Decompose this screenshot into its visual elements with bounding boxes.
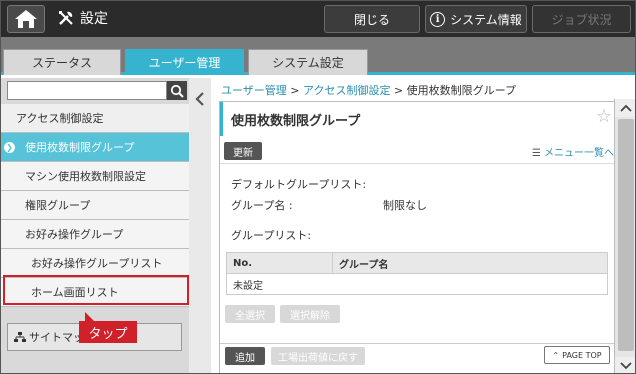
chevron-right-icon: ❯ <box>4 141 15 153</box>
sidebar-item-favorite-operation-group-list[interactable]: お好み操作グループリスト <box>1 249 189 278</box>
chevron-up-icon <box>620 104 632 112</box>
title-text: 設定 <box>80 11 108 27</box>
sidebar-item-access-control[interactable]: アクセス制御設定 <box>1 104 189 133</box>
add-label: 追加 <box>235 352 255 364</box>
tab-label: システム設定 <box>272 56 344 70</box>
breadcrumb: ユーザー管理 > アクセス制御設定 > 使用枚数制限グループ <box>221 82 516 98</box>
deselect-button[interactable]: 選択解除 <box>280 305 340 323</box>
settings-panel: 使用枚数制限グループ ☆ 更新 ☰ メニュー一覧へ デフォルトグループリスト: … <box>219 101 619 373</box>
screen: 設定 閉じる i システム情報 ジョブ状況 ステータス ユーザー管理 システム設… <box>0 0 636 374</box>
sidebar-item-label: 権限グループ <box>25 199 91 212</box>
update-button[interactable]: 更新 <box>224 142 262 160</box>
select-all-label: 全選択 <box>235 310 265 322</box>
update-label: 更新 <box>233 147 253 159</box>
list-icon: ☰ <box>531 148 541 159</box>
tap-callout-label: タップ <box>88 326 128 342</box>
breadcrumb-separator: > <box>290 84 300 97</box>
default-group-list-label: デフォルトグループリスト: <box>231 178 367 191</box>
chevron-left-icon <box>195 92 204 106</box>
star-icon[interactable]: ☆ <box>596 106 612 127</box>
sidebar-item-usage-limit-group[interactable]: ❯ 使用枚数制限グループ <box>1 133 189 162</box>
tab-system-settings[interactable]: システム設定 <box>248 49 368 75</box>
table-header: No. グループ名 <box>227 253 607 274</box>
caret-up-icon: ⌃ <box>552 350 560 360</box>
breadcrumb-user-management[interactable]: ユーザー管理 <box>221 84 287 97</box>
screen-title: 設定 <box>57 8 108 28</box>
sidebar-item-label: お好み操作グループリスト <box>31 257 163 270</box>
close-label: 閉じる <box>353 12 390 27</box>
tab-bar: ステータス ユーザー管理 システム設定 <box>1 37 635 75</box>
divider <box>220 343 618 344</box>
home-button[interactable] <box>7 5 45 33</box>
home-icon <box>15 10 37 28</box>
sidebar-item-label: お好み操作グループ <box>25 228 124 241</box>
page-top-label: PAGE TOP <box>562 350 602 360</box>
chevron-down-icon <box>620 362 632 370</box>
select-all-button[interactable]: 全選択 <box>225 305 275 323</box>
sidebar-item-machine-usage-limit[interactable]: マシン使用枚数制限設定 <box>1 162 189 191</box>
sidebar-item-label: マシン使用枚数制限設定 <box>25 170 146 183</box>
search-input[interactable] <box>7 81 167 100</box>
column-header-group-name: グループ名 <box>339 259 389 271</box>
group-name-value: 制限なし <box>383 199 427 212</box>
scrollbar[interactable] <box>614 99 635 373</box>
deselect-label: 選択解除 <box>290 310 330 322</box>
top-bar: 設定 閉じる i システム情報 ジョブ状況 <box>1 1 635 37</box>
menu-list-link[interactable]: ☰ メニュー一覧へ <box>532 144 614 159</box>
sidebar-collapse-button[interactable] <box>189 78 211 373</box>
divider <box>220 163 618 164</box>
scroll-up-button[interactable] <box>615 99 635 117</box>
group-name-label: グループ名 : <box>231 199 293 212</box>
tab-label: ステータス <box>31 56 92 70</box>
tap-callout: タップ <box>79 312 137 343</box>
column-header-no: No. <box>227 253 333 273</box>
page-top-button[interactable]: ⌃ PAGE TOP <box>544 346 610 364</box>
sidebar-item-label: アクセス制御設定 <box>16 112 104 125</box>
info-icon: i <box>430 11 446 27</box>
search-button[interactable] <box>167 81 187 100</box>
tab-label: ユーザー管理 <box>148 56 221 70</box>
search-icon <box>170 84 184 98</box>
system-info-button[interactable]: i システム情報 <box>425 5 527 33</box>
group-table: No. グループ名 未設定 <box>226 252 608 295</box>
tab-status[interactable]: ステータス <box>3 49 121 75</box>
system-info-label: システム情報 <box>450 12 522 27</box>
page-title: 使用枚数制限グループ <box>231 113 361 129</box>
panel-header: 使用枚数制限グループ <box>220 102 618 136</box>
breadcrumb-current: 使用枚数制限グループ <box>406 84 517 97</box>
factory-reset-button[interactable]: 工場出荷値に戻す <box>271 347 365 365</box>
close-button[interactable]: 閉じる <box>324 5 420 33</box>
factory-reset-label: 工場出荷値に戻す <box>278 352 358 364</box>
main-content: ユーザー管理 > アクセス制御設定 > 使用枚数制限グループ 使用枚数制限グルー… <box>211 78 635 373</box>
group-list-label: グループリスト: <box>231 229 312 242</box>
job-status-button[interactable]: ジョブ状況 <box>532 5 631 33</box>
table-row: 未設定 <box>227 274 607 294</box>
breadcrumb-access-control[interactable]: アクセス制御設定 <box>303 84 390 97</box>
add-button[interactable]: 追加 <box>225 347 265 365</box>
scroll-thumb[interactable] <box>618 119 634 351</box>
tools-icon <box>59 11 73 25</box>
table-cell: 未設定 <box>233 280 263 292</box>
menu-list-label: メニュー一覧へ <box>544 148 614 159</box>
sidebar-item-favorite-operation-group[interactable]: お好み操作グループ <box>1 220 189 249</box>
job-status-label: ジョブ状況 <box>551 12 612 27</box>
scroll-down-button[interactable] <box>615 357 635 373</box>
tab-user-management[interactable]: ユーザー管理 <box>125 49 244 75</box>
sidebar-item-label: 使用枚数制限グループ <box>25 141 135 154</box>
highlight-frame <box>3 275 189 305</box>
sitemap-icon <box>14 331 26 342</box>
breadcrumb-separator: > <box>393 84 404 97</box>
sidebar-item-authority-group[interactable]: 権限グループ <box>1 191 189 220</box>
